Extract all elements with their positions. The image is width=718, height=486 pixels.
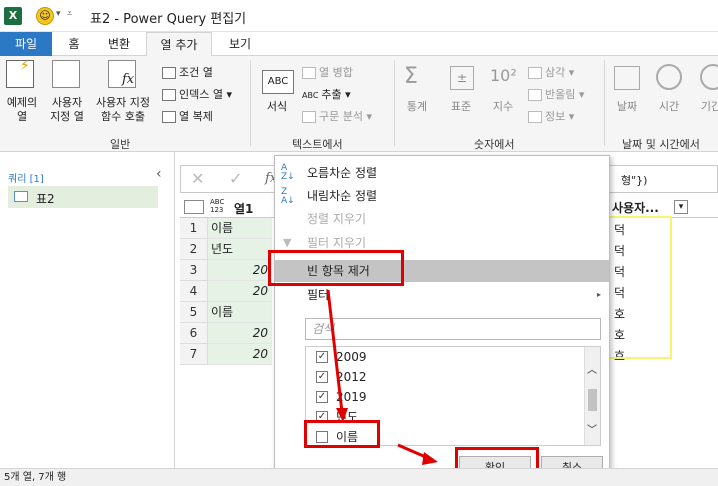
arrow-head bbox=[336, 408, 348, 422]
arrow-line bbox=[326, 289, 344, 413]
annotation-arrows bbox=[326, 289, 438, 465]
status-bar: 5개 열, 7개 행 bbox=[0, 468, 718, 486]
arrow-head bbox=[422, 452, 438, 465]
